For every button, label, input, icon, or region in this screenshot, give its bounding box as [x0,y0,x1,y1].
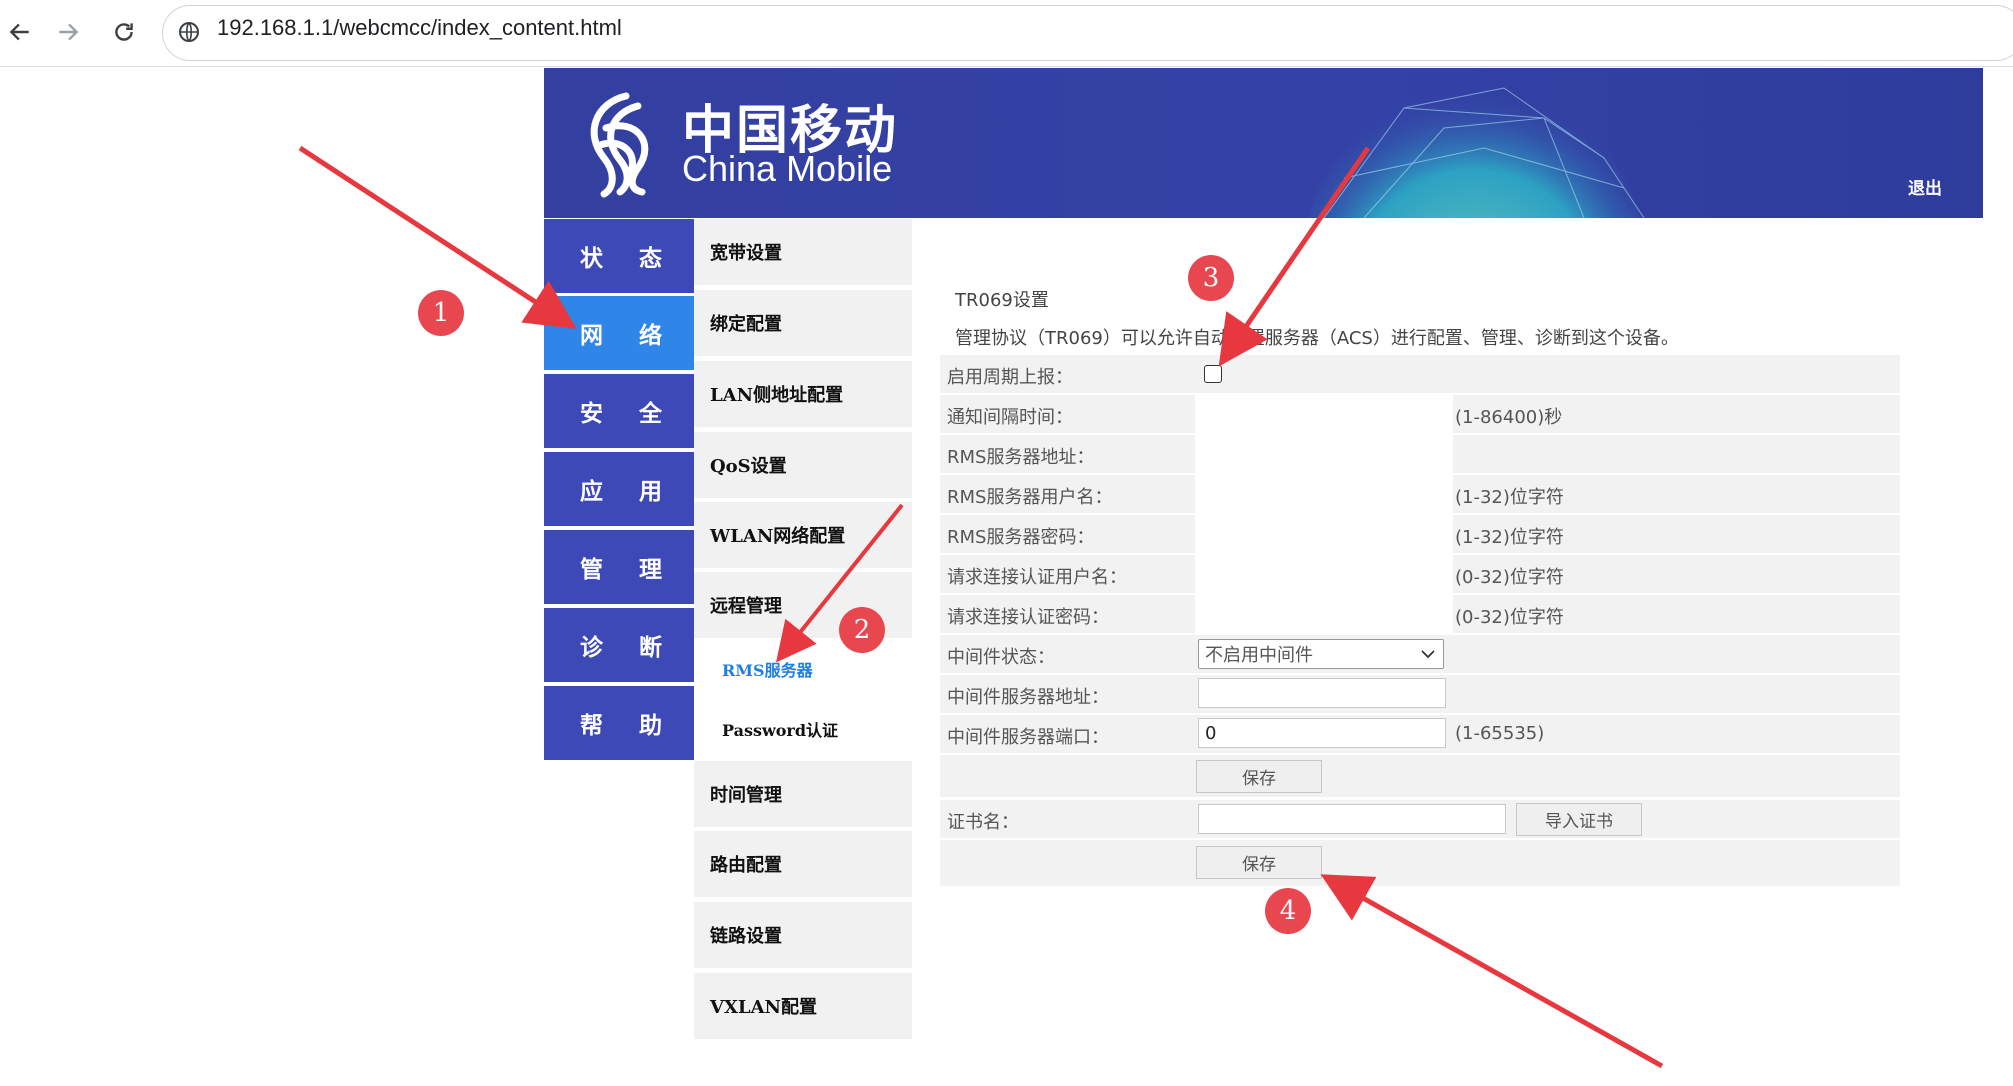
annotation-badge-2: 2 [839,607,885,653]
annotation-badge-4: 4 [1265,888,1311,934]
annotation-badge-3: 3 [1188,255,1234,301]
annotation-badge-1: 1 [418,290,464,336]
annotation-arrows [298,145,1664,1069]
arrow-4 [1320,874,1664,1069]
arrow-3 [1218,146,1371,367]
